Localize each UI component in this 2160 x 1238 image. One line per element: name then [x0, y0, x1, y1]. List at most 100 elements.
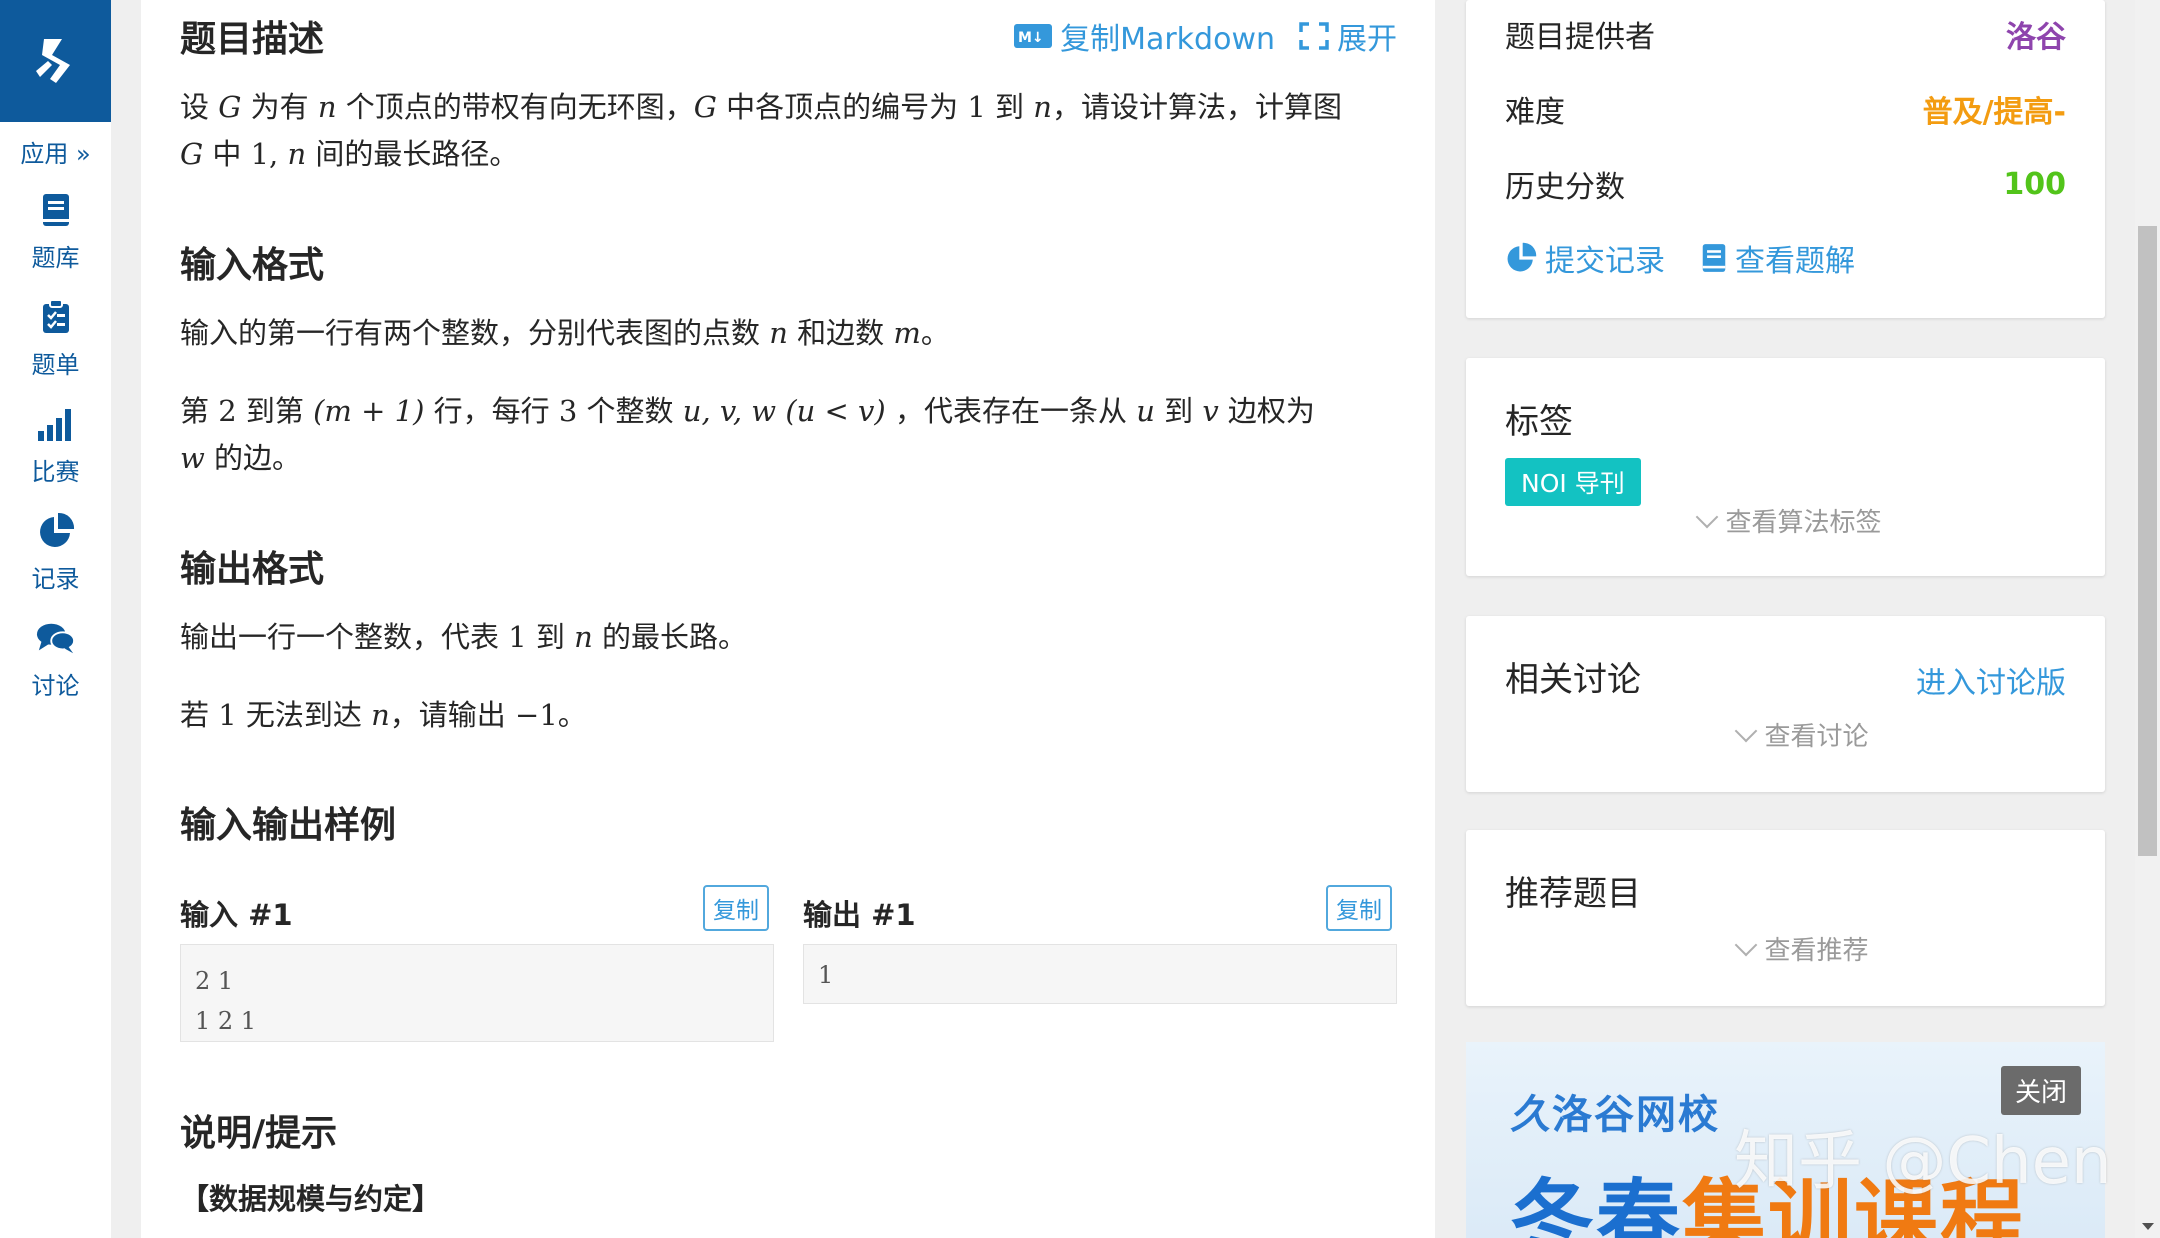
score-label: 历史分数 — [1505, 170, 1625, 205]
text-run: 到 — [985, 90, 1034, 124]
text-run: 输出一行一个整数，代表 — [180, 620, 509, 654]
output-format-title: 输出格式 — [180, 549, 325, 590]
luogu-logo[interactable] — [0, 0, 111, 122]
sample-input-label: 输入 #1 — [180, 898, 293, 932]
problem-statement-card: M↓ 复制Markdown 展开 题目描述 设 G 为有 n 个顶点的带权有向无… — [141, 0, 1435, 1238]
ad-brand: 久洛谷网校 — [1510, 1082, 1720, 1140]
text-run: 中各顶点的编号为 — [716, 90, 968, 124]
provider-label: 题目提供者 — [1505, 20, 1655, 55]
scroll-down-arrow-icon[interactable] — [2142, 1223, 2154, 1230]
enter-forum-link[interactable]: 进入讨论版 — [1916, 658, 2066, 702]
sample-input-line: 1 2 1 — [195, 1007, 257, 1035]
math-uvw: u, v, w — [682, 394, 777, 428]
discussion-title: 相关讨论 — [1505, 660, 1641, 700]
math-minus-1: −1 — [515, 698, 558, 732]
text-run: 和边数 — [787, 316, 894, 350]
show-algorithm-tags-label: 查看算法标签 — [1725, 508, 1882, 538]
text-run: 为有 — [241, 90, 318, 124]
view-solutions-link[interactable]: 查看题解 — [1701, 236, 1855, 280]
show-recommendations[interactable]: 查看推荐 — [1466, 930, 2105, 967]
sample-input-box[interactable]: 2 1 1 2 1 — [180, 944, 774, 1042]
nav-discuss[interactable]: 讨论 — [0, 618, 111, 714]
expand-label: 展开 — [1337, 22, 1397, 57]
sample-input-line: 2 1 — [195, 967, 234, 995]
text-run: 输入的第一行有两个整数，分别代表图的点数 — [180, 316, 770, 350]
luogu-mini-logo-icon: 久 — [1510, 1092, 1552, 1138]
nav-contests[interactable]: 比赛 — [0, 404, 111, 500]
math-v: v — [1202, 394, 1219, 428]
math-G: G — [693, 90, 717, 124]
tags-card: 标签 NOI 导刊 查看算法标签 — [1466, 358, 2105, 576]
math-n: n — [371, 698, 390, 732]
show-discussions[interactable]: 查看讨论 — [1466, 716, 2105, 753]
view-solutions-label: 查看题解 — [1735, 244, 1855, 279]
output-format-p2: 若 1 无法到达 n，请输出 −1。 — [180, 692, 1410, 739]
score-value: 100 — [2003, 166, 2066, 202]
input-format-p2: 第 2 到第 (m + 1) 行，每行 3 个整数 u, v, w (u < v… — [180, 388, 1410, 482]
text-run — [776, 394, 785, 428]
copy-markdown-label: 复制Markdown — [1060, 22, 1275, 57]
text-run: 间的最长路径。 — [306, 137, 519, 171]
expand-icon — [1299, 22, 1329, 50]
app-menu-toggle[interactable]: 应用 » — [0, 134, 111, 169]
math-1: 1 — [218, 698, 237, 732]
math-m-plus-1: (m + 1) — [313, 394, 425, 428]
nav-records[interactable]: 记录 — [0, 511, 111, 607]
samples-title: 输入输出样例 — [180, 805, 397, 846]
copy-input-button[interactable]: 复制 — [703, 885, 769, 931]
chevron-down-icon — [1696, 505, 1719, 529]
statement-actions: M↓ 复制Markdown 展开 — [1014, 14, 1397, 58]
text-run: 的边。 — [204, 441, 302, 475]
math-n: n — [317, 90, 337, 124]
nav-problems-label: 题库 — [31, 244, 80, 272]
luogu-logo-icon — [35, 39, 70, 83]
chat-icon — [36, 618, 76, 658]
nav-records-label: 记录 — [31, 565, 80, 593]
text-run: ，请输出 — [389, 698, 516, 732]
nav-problem-lists-label: 题单 — [31, 351, 80, 379]
expand-link[interactable]: 展开 — [1299, 14, 1397, 58]
math-1: 1 — [967, 90, 986, 124]
hint-title: 说明/提示 — [180, 1113, 338, 1154]
show-discussions-label: 查看讨论 — [1764, 722, 1869, 752]
bar-chart-icon — [36, 404, 76, 444]
show-recommendations-label: 查看推荐 — [1764, 936, 1869, 966]
difficulty-value: 普及/提高- — [1922, 95, 2066, 130]
text-run: 第 — [180, 394, 219, 428]
submit-records-label: 提交记录 — [1545, 244, 1665, 279]
text-run: 。 — [920, 316, 950, 350]
text-run: 到 — [1154, 394, 1203, 428]
copy-markdown-link[interactable]: M↓ 复制Markdown — [1014, 14, 1275, 58]
page-scrollbar[interactable] — [2135, 0, 2160, 1238]
difficulty-row: 难度 普及/提高- — [1505, 87, 2066, 131]
pie-chart-icon — [36, 511, 76, 551]
math-w: w — [180, 441, 205, 475]
difficulty-label: 难度 — [1505, 95, 1565, 130]
nav-problem-lists[interactable]: 题单 — [0, 297, 111, 393]
show-algorithm-tags[interactable]: 查看算法标签 — [1466, 502, 2105, 539]
chevron-down-icon — [1735, 933, 1758, 957]
provider-value[interactable]: 洛谷 — [2006, 12, 2066, 56]
description-title: 题目描述 — [180, 19, 325, 60]
math-G: G — [218, 90, 242, 124]
ad-close-button[interactable]: 关闭 — [2000, 1066, 2081, 1115]
copy-output-button[interactable]: 复制 — [1326, 885, 1392, 931]
recommend-title: 推荐题目 — [1505, 874, 1641, 914]
ad-headline-part-a: 冬春 — [1510, 1170, 1683, 1238]
scrollbar-thumb[interactable] — [2138, 226, 2157, 856]
book-icon — [1702, 244, 1726, 272]
submit-records-link[interactable]: 提交记录 — [1505, 236, 1665, 280]
clipboard-icon — [36, 297, 76, 337]
math-G: G — [180, 137, 204, 171]
pie-chart-icon — [1507, 242, 1537, 272]
markdown-icon: M↓ — [1014, 24, 1053, 48]
text-run: ，请设计算法，计算图 — [1051, 90, 1342, 124]
tag-badge[interactable]: NOI 导刊 — [1505, 458, 1641, 506]
nav-problems[interactable]: 题库 — [0, 190, 111, 286]
math-u-lt-v: (u < v) — [785, 394, 886, 428]
nav-contests-label: 比赛 — [31, 458, 80, 486]
text-run: 若 — [180, 698, 219, 732]
sample-output-box[interactable]: 1 — [803, 944, 1397, 1004]
text-run: 设 — [180, 90, 219, 124]
text-run: 中 — [203, 137, 251, 171]
